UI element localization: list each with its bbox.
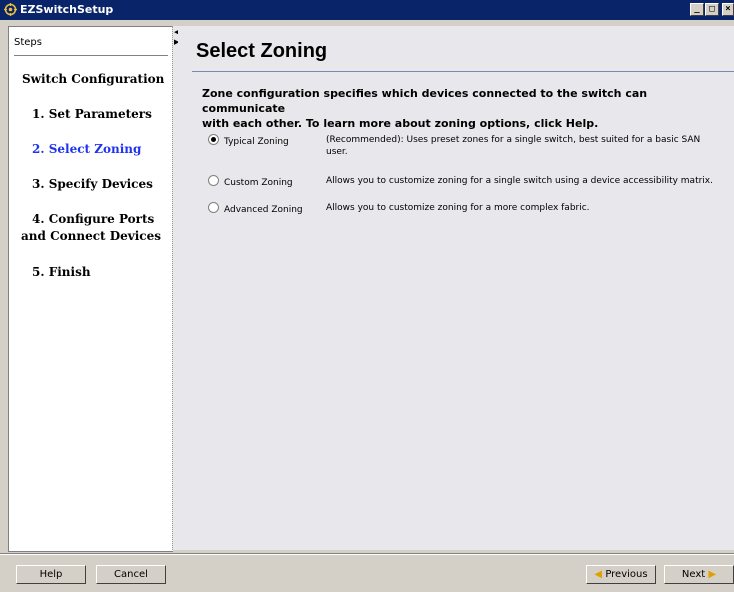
step-set-parameters[interactable]: 1. Set Parameters [32, 107, 152, 121]
step-switch-configuration[interactable]: Switch Configuration [22, 72, 164, 86]
typical-zoning-option[interactable]: Typical Zoning [208, 134, 289, 147]
advanced-zoning-radio[interactable] [208, 202, 219, 213]
minimize-button[interactable]: _ [690, 3, 704, 16]
previous-label: Previous [605, 569, 648, 580]
title-bar: EZSwitchSetup _ □ × [0, 0, 734, 20]
previous-arrow-icon: ◀ [594, 569, 603, 580]
typical-zoning-desc-line-1: (Recommended): Uses preset zones for a s… [326, 135, 701, 145]
advanced-zoning-description: Allows you to customize zoning for a mor… [326, 203, 590, 213]
custom-zoning-label[interactable]: Custom Zoning [224, 178, 293, 188]
custom-zoning-radio[interactable] [208, 175, 219, 186]
next-arrow-icon: ▶ [708, 569, 717, 580]
next-button[interactable]: Next ▶ [664, 565, 734, 584]
next-label: Next [681, 569, 706, 580]
footer-divider-highlight [0, 554, 734, 555]
window-title: EZSwitchSetup [20, 3, 114, 16]
typical-zoning-radio[interactable] [208, 134, 219, 145]
close-button[interactable]: × [722, 3, 734, 16]
typical-zoning-label[interactable]: Typical Zoning [224, 137, 289, 147]
custom-zoning-option[interactable]: Custom Zoning [208, 175, 293, 188]
step-select-zoning[interactable]: 2. Select Zoning [32, 142, 141, 156]
step-specify-devices[interactable]: 3. Specify Devices [32, 177, 153, 191]
typical-zoning-description: (Recommended): Uses preset zones for a s… [326, 134, 716, 158]
custom-zoning-description: Allows you to customize zoning for a sin… [326, 176, 713, 186]
cancel-button[interactable]: Cancel [96, 565, 166, 584]
page-title: Select Zoning [196, 40, 328, 62]
typical-zoning-desc-line-2: user. [326, 147, 348, 157]
advanced-zoning-option[interactable]: Advanced Zoning [208, 202, 303, 215]
steps-header: Steps [14, 37, 42, 48]
maximize-button[interactable]: □ [705, 3, 719, 16]
title-divider [192, 71, 734, 72]
app-icon [4, 3, 17, 16]
intro-text: Zone configuration specifies which devic… [202, 86, 722, 131]
step-finish[interactable]: 5. Finish [32, 265, 91, 279]
previous-button[interactable]: ◀ Previous [586, 565, 656, 584]
step-configure-ports-line2[interactable]: and Connect Devices [21, 229, 161, 243]
steps-panel: Steps Switch Configuration 1. Set Parame… [8, 26, 173, 552]
intro-line-1: Zone configuration specifies which devic… [202, 87, 648, 115]
steps-divider [14, 55, 168, 56]
intro-line-2: with each other. To learn more about zon… [202, 117, 599, 130]
step-configure-ports[interactable]: 4. Configure Ports [32, 212, 154, 226]
help-button[interactable]: Help [16, 565, 86, 584]
content-panel: Select Zoning Zone configuration specifi… [178, 26, 734, 550]
advanced-zoning-label[interactable]: Advanced Zoning [224, 205, 303, 215]
